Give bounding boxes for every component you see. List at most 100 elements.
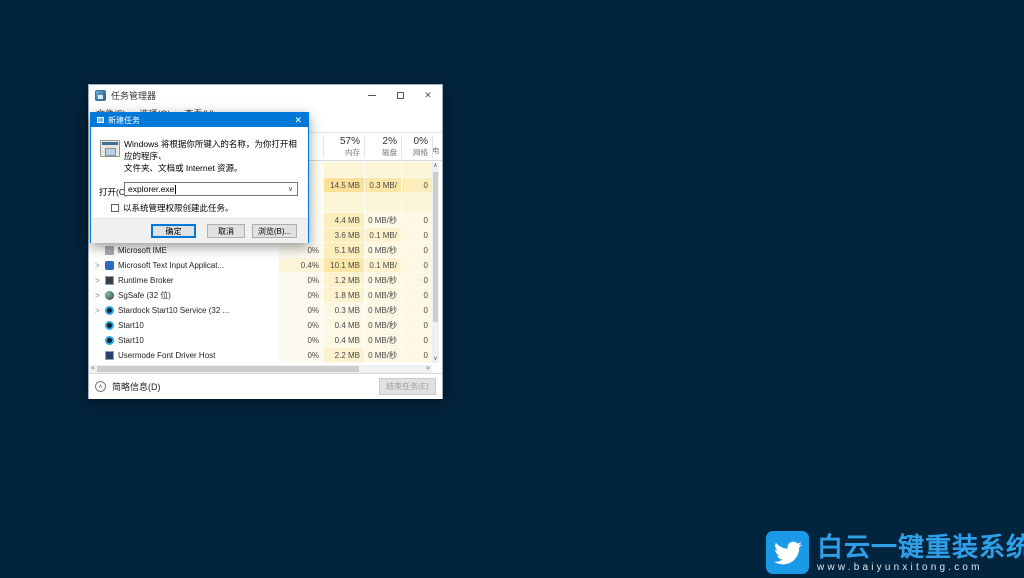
disk-cell: 0.1 MB/秒 [364,258,401,273]
task-manager-titlebar[interactable]: 任务管理器 ✕ [89,85,442,105]
open-combobox[interactable]: explorer.exe ∨ [124,182,298,196]
table-row[interactable]: Usermode Font Driver Host 0% 2.2 MB 0 MB… [89,348,432,363]
memory-cell: 2.2 MB [323,348,364,363]
table-row[interactable]: Microsoft IME 0% 5.1 MB 0 MB/秒 0 Mbps [89,243,432,258]
memory-cell: 0.3 MB [323,303,364,318]
network-cell [401,162,432,178]
maximize-button[interactable] [386,85,414,105]
memory-cell: 0.4 MB [323,333,364,348]
table-row[interactable]: > Stardock Start10 Service (32 ... 0% 0.… [89,303,432,318]
status-bar: ∧ 简略信息(D) 结束任务(E) [89,373,442,399]
network-cell: 0 Mbps [401,318,432,333]
dialog-titlebar[interactable]: 新建任务 ✕ [91,113,308,127]
column-header-power[interactable]: 电 [432,133,444,160]
table-row[interactable]: Start10 0% 0.4 MB 0 MB/秒 0 Mbps [89,333,432,348]
column-divider [401,135,402,158]
disk-cell: 0 MB/秒 [364,273,401,288]
minimize-button[interactable] [358,85,386,105]
start10-icon [105,306,114,315]
baiyun-logo [766,531,809,574]
open-input-value[interactable]: explorer.exe [128,184,174,194]
network-cell: 0 Mbps [401,243,432,258]
dialog-footer: 确定 取消 浏览(B)... [91,218,308,243]
vertical-scrollbar-thumb[interactable] [433,172,438,322]
disk-cell: 0 MB/秒 [364,318,401,333]
disk-cell: 0 MB/秒 [364,213,401,228]
table-row[interactable]: > SgSafe (32 位) 0% 1.8 MB 0 MB/秒 0 Mbps [89,288,432,303]
memory-cell: 5.1 MB [323,243,364,258]
task-manager-app-icon [95,90,106,101]
cpu-cell: 0.4% [278,258,323,273]
network-cell: 0 Mbps [401,273,432,288]
network-cell: 0 Mbps [401,303,432,318]
dropdown-chevron-icon[interactable]: ∨ [284,185,297,193]
end-task-button[interactable]: 结束任务(E) [379,378,436,395]
new-task-dialog: 新建任务 ✕ Windows 将根据你所键入的名称，为你打开相应的程序、 文件夹… [90,112,309,243]
cpu-cell: 0% [278,348,323,363]
column-header-memory[interactable]: 57% 内存 [323,133,364,160]
browse-button[interactable]: 浏览(B)... [252,224,297,238]
less-details-toggle[interactable]: 简略信息(D) [112,380,161,393]
network-cell: 0 Mbps [401,228,432,243]
close-button[interactable]: ✕ [414,85,442,105]
memory-cell: 10.1 MB [323,258,364,273]
column-divider [432,135,433,158]
scroll-right-icon[interactable]: > [424,365,432,373]
disk-cell: 0.1 MB/秒 [364,228,401,243]
scroll-left-icon[interactable]: < [89,365,97,373]
text-input-app-icon [105,261,114,270]
network-cell: 0 Mbps [401,178,432,193]
network-cell: 0 Mbps [401,333,432,348]
process-name: Start10 [118,336,144,345]
cpu-cell: 0% [278,333,323,348]
expand-chevron-icon[interactable]: > [95,275,105,286]
vertical-scrollbar[interactable]: ∧ ∨ [432,162,439,363]
dialog-close-icon[interactable]: ✕ [294,116,302,125]
ime-icon [105,246,114,255]
process-name: SgSafe (32 位) [118,290,171,301]
column-divider [364,135,365,158]
window-title: 任务管理器 [111,89,156,102]
watermark-title: 白云一键重装系统 [817,533,1024,561]
horizontal-scrollbar-thumb[interactable] [97,366,359,372]
process-name: Stardock Start10 Service (32 ... [118,306,229,315]
column-header-network[interactable]: 0% 网络 [401,133,432,160]
table-row[interactable]: > Microsoft Text Input Applicat... 0.4% … [89,258,432,273]
chevron-up-circle-icon[interactable]: ∧ [95,381,106,392]
memory-cell: 14.5 MB [323,178,364,193]
table-row[interactable]: > Runtime Broker 0% 1.2 MB 0 MB/秒 0 Mbps [89,273,432,288]
disk-cell: 0 MB/秒 [364,348,401,363]
cancel-button[interactable]: 取消 [207,224,245,238]
network-cell: 0 Mbps [401,288,432,303]
watermark: 白云一键重装系统 www.baiyunxitong.com [766,531,1024,574]
expand-chevron-icon[interactable]: > [95,290,105,301]
font-driver-icon [105,351,114,360]
scroll-up-icon[interactable]: ∧ [432,162,439,170]
dialog-app-icon [97,117,104,123]
expand-chevron-icon[interactable]: > [95,260,105,271]
run-program-icon [100,140,120,157]
scroll-down-icon[interactable]: ∨ [432,355,439,363]
horizontal-scrollbar[interactable]: < > [89,365,432,373]
memory-cell: 3.6 MB [323,228,364,243]
admin-privileges-checkbox[interactable] [111,204,119,212]
memory-cell [323,193,364,213]
cpu-cell: 0% [278,303,323,318]
disk-cell: 0 MB/秒 [364,243,401,258]
start10-icon [105,321,114,330]
minimize-icon [368,95,376,96]
ok-button[interactable]: 确定 [151,224,196,238]
table-row[interactable]: Start10 0% 0.4 MB 0 MB/秒 0 Mbps [89,318,432,333]
column-header-disk[interactable]: 2% 磁盘 [364,133,401,160]
process-name: Microsoft IME [118,246,167,255]
expand-chevron-icon[interactable]: > [95,305,105,316]
sgsafe-icon [105,291,114,300]
process-name: Microsoft Text Input Applicat... [118,261,224,270]
memory-cell: 0.4 MB [323,318,364,333]
disk-cell: 0 MB/秒 [364,288,401,303]
cpu-cell: 0% [278,318,323,333]
maximize-icon [397,92,404,99]
admin-privileges-label: 以系统管理权限创建此任务。 [123,202,234,214]
memory-cell: 1.8 MB [323,288,364,303]
network-cell: 0 Mbps [401,348,432,363]
